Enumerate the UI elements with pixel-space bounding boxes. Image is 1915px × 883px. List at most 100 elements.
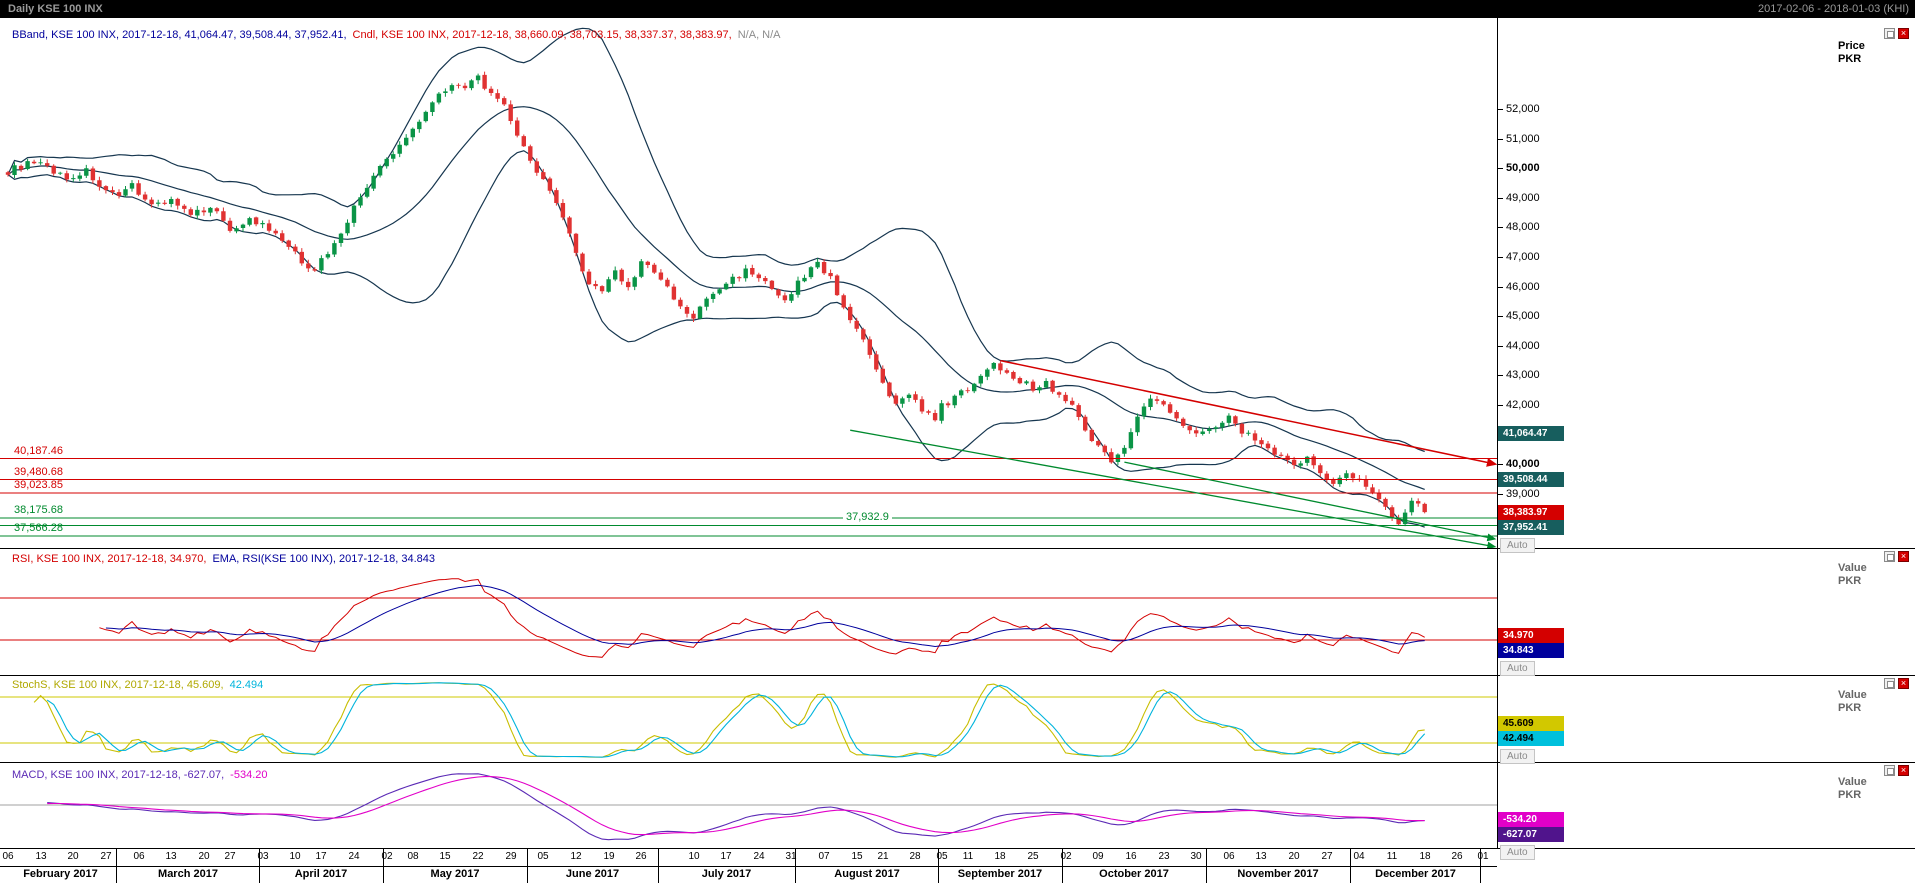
date-tick-label: 15 [845,851,869,862]
price-tick-label: 43,000 [1506,369,1540,381]
date-tick-label: 24 [747,851,771,862]
date-tick-label: 10 [283,851,307,862]
value-flag: 39,508.44 [1498,472,1564,487]
date-tick-label: 08 [401,851,425,862]
price-tick-label: 44,000 [1506,340,1540,352]
candle-bodies-down [6,75,1427,524]
auto-scale-button[interactable]: Auto [1500,661,1535,676]
date-tick-label: 19 [597,851,621,862]
close-pane-icon[interactable]: × [1898,551,1909,562]
pane-divider[interactable] [0,762,1915,763]
date-tick-label: 12 [564,851,588,862]
date-tick-label: 17 [309,851,333,862]
trendline[interactable] [1000,361,1490,463]
close-pane-icon[interactable]: × [1898,765,1909,776]
chart-title: Daily KSE 100 INX [8,0,103,18]
price-tick-label: 45,000 [1506,310,1540,322]
rsi-chart-canvas[interactable] [0,548,1497,675]
price-chart-canvas[interactable] [0,18,1497,548]
auto-scale-button[interactable]: Auto [1500,845,1535,860]
date-tick-label: 28 [903,851,927,862]
price-legend: BBand, KSE 100 INX, 2017-12-18, 41,064.4… [12,29,787,41]
restore-pane-icon[interactable] [1884,765,1895,776]
legend-item: RSI, KSE 100 INX, 2017-12-18, 34.970, [12,553,206,565]
axis-title-line: PKR [1838,702,1861,714]
axis-title-line: Value [1838,689,1867,701]
date-tick-label: 27 [218,851,242,862]
date-tick-label: 05 [531,851,555,862]
month-label: May 2017 [383,868,527,880]
date-tick-label: 02 [375,851,399,862]
price-tick-label: 47,000 [1506,251,1540,263]
stoch-legend: StochS, KSE 100 INX, 2017-12-18, 45.609,… [12,679,269,691]
axis-title-line: Value [1838,776,1867,788]
axis-title-line: PKR [1838,575,1861,587]
price-tick-mark [1497,316,1503,317]
price-tick-mark [1497,198,1503,199]
stoch-d-line [47,683,1425,757]
date-tick-label: 30 [1184,851,1208,862]
month-label: July 2017 [658,868,795,880]
date-tick-label: 01 [1471,851,1495,862]
value-flag: 42.494 [1498,731,1564,746]
price-tick-mark [1497,287,1503,288]
trendline[interactable] [1124,462,1490,538]
rsi-line [99,579,1424,658]
date-tick-label: 06 [1217,851,1241,862]
month-label: October 2017 [1062,868,1206,880]
restore-pane-icon[interactable] [1884,551,1895,562]
price-tick-label: 50,000 [1506,162,1540,174]
macd-line [47,774,1425,840]
macd-axis-title: ValuePKR [1838,776,1867,802]
price-tick-label: 42,000 [1506,399,1540,411]
price-tick-mark [1497,227,1503,228]
value-flag: -534.20 [1498,812,1564,827]
restore-pane-icon[interactable] [1884,678,1895,689]
bollinger-band-line [8,28,1425,451]
auto-scale-button[interactable]: Auto [1500,749,1535,764]
price-tick-mark [1497,494,1503,495]
bollinger-band-line [8,151,1425,527]
date-tick-label: 04 [1347,851,1371,862]
close-pane-icon[interactable]: × [1898,678,1909,689]
price-tick-mark [1497,375,1503,376]
date-tick-label: 27 [1315,851,1339,862]
legend-item: EMA, RSI(KSE 100 INX), 2017-12-18, 34.84… [212,553,435,565]
date-tick-label: 11 [1380,851,1404,862]
legend-item: StochS, KSE 100 INX, 2017-12-18, 45.609, [12,679,224,691]
pane-divider[interactable] [0,548,1915,549]
legend-item: BBand, KSE 100 INX, 2017-12-18, 41,064.4… [12,29,347,41]
date-tick-label: 18 [988,851,1012,862]
date-tick-label: 06 [0,851,20,862]
date-tick-label: 21 [871,851,895,862]
value-flag: -627.07 [1498,827,1564,842]
bollinger-band-line [8,107,1425,490]
value-flag: 45.609 [1498,716,1564,731]
value-flag: 38,383.97 [1498,505,1564,520]
axis-row-divider [0,866,1497,867]
date-tick-label: 26 [1445,851,1469,862]
date-tick-label: 13 [1249,851,1273,862]
month-label: December 2017 [1350,868,1481,880]
date-tick-label: 24 [342,851,366,862]
pane-divider[interactable] [0,675,1915,676]
macd-signal-line [47,777,1425,835]
date-tick-label: 25 [1021,851,1045,862]
title-bar: Daily KSE 100 INX 2017-02-06 - 2018-01-0… [0,0,1915,18]
date-tick-label: 02 [1054,851,1078,862]
price-tick-label: 49,000 [1506,192,1540,204]
close-pane-icon[interactable]: × [1898,28,1909,39]
price-tick-mark [1497,464,1503,465]
price-tick-label: 51,000 [1506,133,1540,145]
rsi-axis-title: ValuePKR [1838,562,1867,588]
rsi-ema-line [106,585,1425,646]
month-label: September 2017 [938,868,1062,880]
restore-pane-icon[interactable] [1884,28,1895,39]
price-tick-mark [1497,168,1503,169]
trendline[interactable] [850,430,1490,546]
level-price-label: 37,566.28 [14,522,63,535]
date-tick-label: 31 [779,851,803,862]
value-flag: 41,064.47 [1498,426,1564,441]
date-tick-label: 06 [127,851,151,862]
auto-scale-button[interactable]: Auto [1500,538,1535,553]
